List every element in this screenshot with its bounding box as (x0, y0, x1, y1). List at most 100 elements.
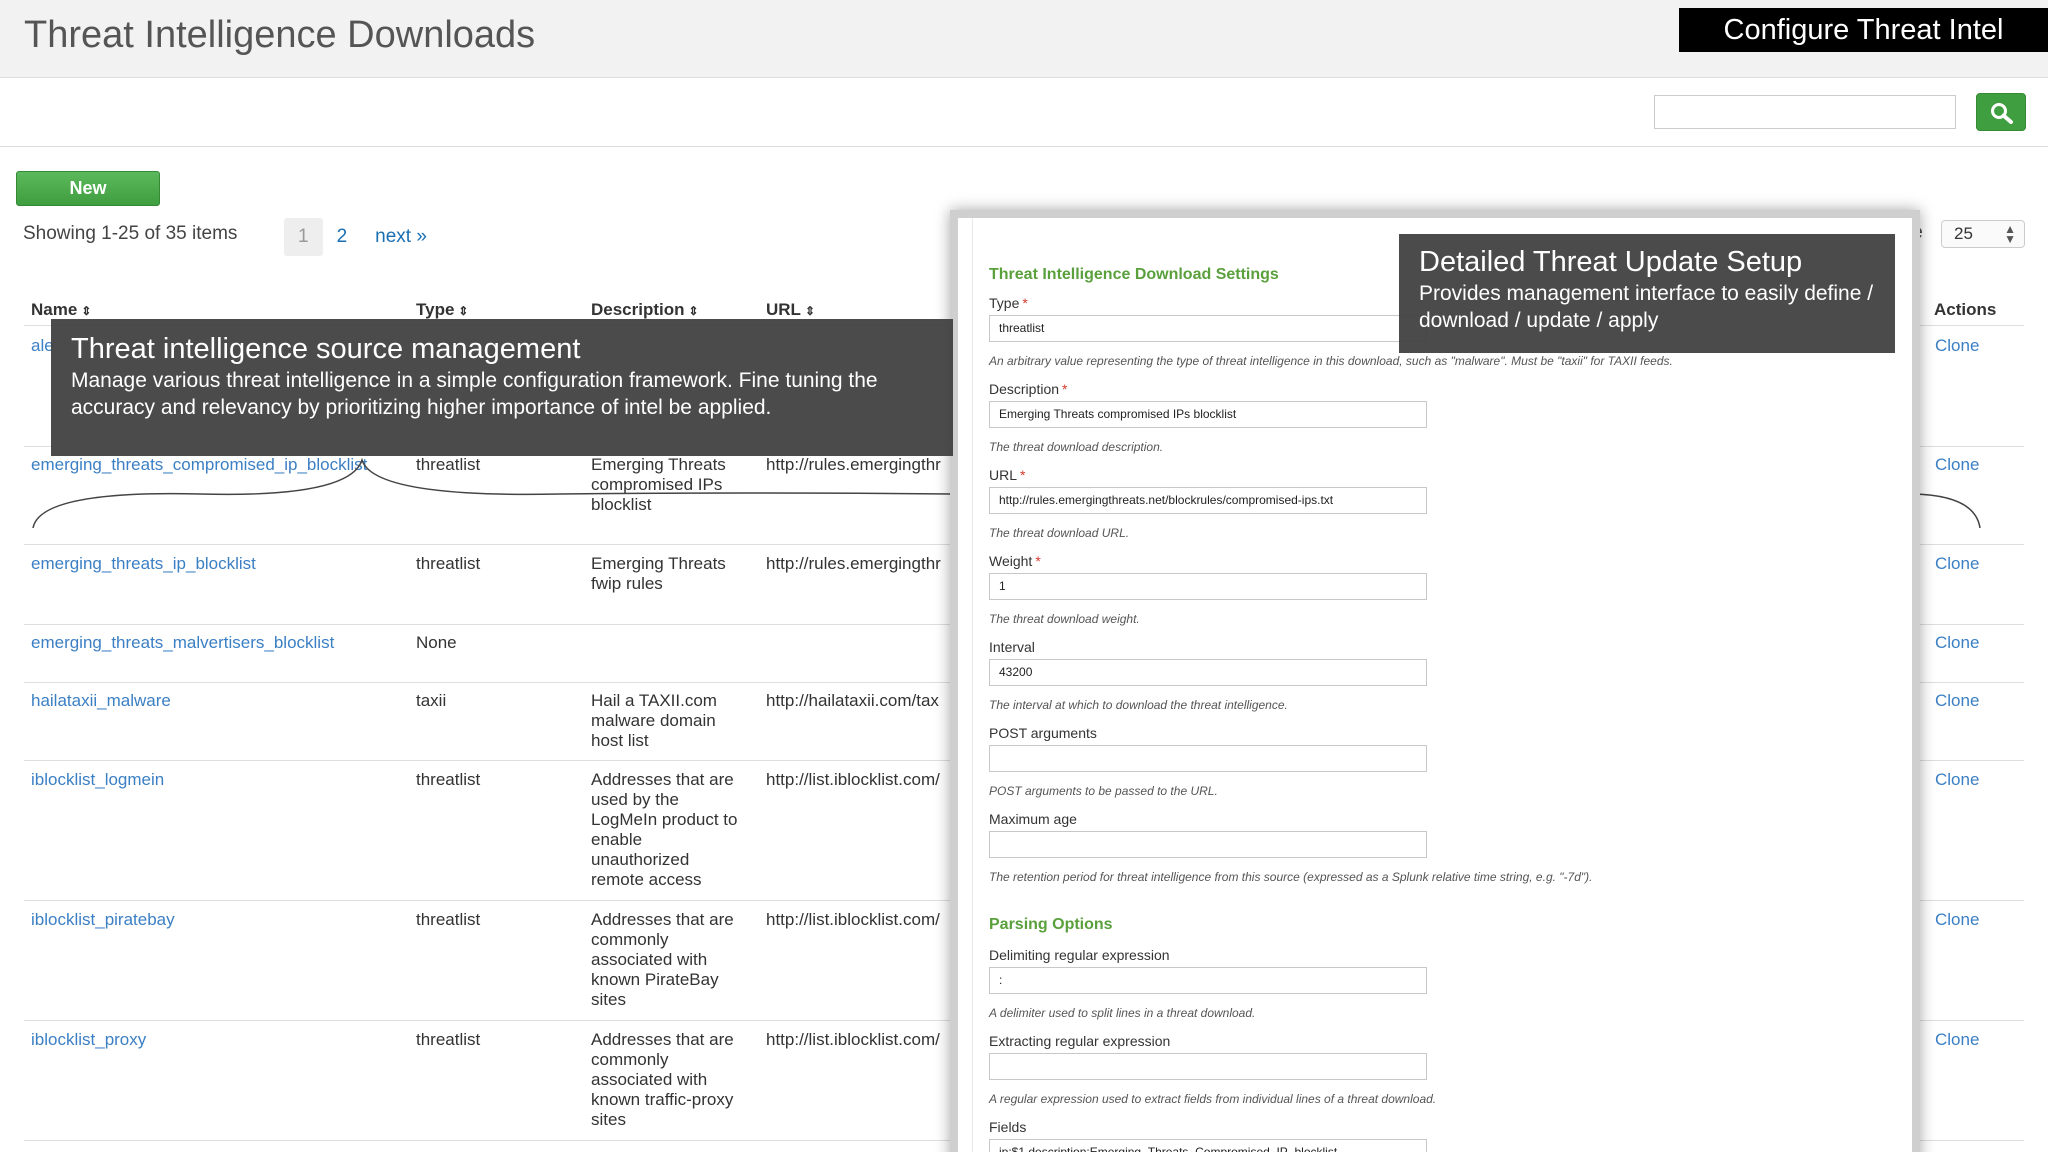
table-row-name-link[interactable]: iblocklist_logmein (31, 770, 164, 790)
search-input[interactable] (1654, 95, 1956, 129)
settings-form: Threat Intelligence Download Settings Ty… (972, 218, 1902, 1152)
page-1[interactable]: 1 (284, 218, 323, 256)
sort-icon: ⇕ (81, 304, 92, 318)
fields-label: Fields (989, 1119, 1027, 1135)
interval-label: Interval (989, 639, 1035, 655)
delimiting-regex-input[interactable]: : (989, 967, 1427, 994)
table-row-type: threatlist (416, 770, 481, 789)
maximum-age-input[interactable] (989, 831, 1427, 858)
column-header-type[interactable]: Type ⇕ (416, 300, 468, 320)
url-input[interactable]: http://rules.emergingthreats.net/blockru… (989, 487, 1427, 514)
sort-icon: ⇕ (458, 304, 469, 318)
post-arguments-label: POST arguments (989, 725, 1097, 741)
extracting-regex-label: Extracting regular expression (989, 1033, 1171, 1049)
clone-link[interactable]: Clone (1935, 554, 1979, 574)
table-row-description: Hail a TAXII.com malware domain host lis… (591, 691, 717, 750)
sort-icon: ⇕ (688, 304, 699, 318)
clone-link[interactable]: Clone (1935, 1030, 1979, 1050)
parsing-options-title: Parsing Options (989, 916, 1113, 933)
table-row-description: Emerging Threats fwip rules (591, 554, 726, 593)
clone-link[interactable]: Clone (1935, 691, 1979, 711)
table-row-description: Addresses that are used by the LogMeIn p… (591, 770, 738, 889)
page-2[interactable]: 2 (323, 218, 362, 256)
title-bar: Threat Intelligence Downloads Configure … (0, 0, 2048, 78)
update-setup-callout: Detailed Threat Update Setup Provides ma… (1399, 234, 1895, 353)
per-page-select[interactable]: 25 ▲ ▼ (1941, 220, 2025, 248)
url-help: The threat download URL. (989, 526, 1130, 540)
maximum-age-label: Maximum age (989, 811, 1077, 827)
settings-section-title: Threat Intelligence Download Settings (989, 266, 1279, 283)
column-header-label: Description (591, 300, 685, 319)
type-input[interactable]: threatlist (989, 315, 1427, 342)
table-row-description: Addresses that are commonly associated w… (591, 910, 734, 1009)
description-help: The threat download description. (989, 440, 1164, 454)
table-row-type: threatlist (416, 455, 481, 474)
clone-link[interactable]: Clone (1935, 910, 1979, 930)
sort-icon: ⇕ (804, 304, 816, 318)
table-row-type: threatlist (416, 554, 481, 573)
table-row-type: taxii (416, 691, 447, 710)
post-arguments-help: POST arguments to be passed to the URL. (989, 784, 1218, 798)
extracting-regex-input[interactable] (989, 1053, 1427, 1080)
table-row-description: Addresses that are commonly associated w… (591, 1030, 734, 1129)
table-row-url: http://hailataxii.com/tax (766, 691, 939, 710)
maximum-age-help: The retention period for threat intellig… (989, 870, 1593, 884)
table-row-url: http://list.iblocklist.com/ (766, 770, 940, 789)
clone-link[interactable]: Clone (1935, 770, 1979, 790)
column-header-description[interactable]: Description ⇕ (591, 300, 699, 320)
column-header-label: Name (31, 300, 78, 319)
fields-input[interactable]: ip:$1,description:Emerging_Threats_Compr… (989, 1139, 1427, 1152)
table-row-name-link[interactable]: iblocklist_proxy (31, 1030, 146, 1050)
callout-title: Detailed Threat Update Setup (1419, 246, 1803, 278)
interval-help: The interval at which to download the th… (989, 698, 1288, 712)
weight-label: Weight * (989, 553, 1041, 569)
new-button[interactable]: New (16, 171, 160, 206)
table-row-description: Emerging Threats compromised IPs blockli… (591, 455, 726, 514)
table-row-name-link[interactable]: emerging_threats_compromised_ip_blocklis… (31, 455, 367, 475)
description-label: Description * (989, 381, 1068, 397)
clone-link[interactable]: Clone (1935, 336, 1979, 356)
callout-body: Provides management interface to easily … (1419, 282, 1874, 332)
column-header-label: URL (766, 300, 801, 319)
table-row-url: http://rules.emergingthr (766, 554, 941, 573)
description-input[interactable]: Emerging Threats compromised IPs blockli… (989, 401, 1427, 428)
url-label: URL * (989, 467, 1026, 483)
table-row-type: threatlist (416, 910, 481, 929)
table-row-url: http://list.iblocklist.com/ (766, 910, 940, 929)
clone-link[interactable]: Clone (1935, 633, 1979, 653)
per-page-value: 25 (1954, 224, 1973, 243)
interval-input[interactable]: 43200 (989, 659, 1427, 686)
select-arrows-icon: ▲ ▼ (2004, 222, 2016, 246)
table-row-name-link[interactable]: iblocklist_piratebay (31, 910, 175, 930)
delimiting-regex-label: Delimiting regular expression (989, 947, 1170, 963)
table-row-name-link[interactable]: hailataxii_malware (31, 691, 171, 711)
table-row-type: threatlist (416, 1030, 481, 1049)
weight-help: The threat download weight. (989, 612, 1140, 626)
search-bar (0, 79, 2048, 147)
source-management-callout: Threat intelligence source management Ma… (51, 319, 953, 456)
table-row-type: None (416, 633, 457, 652)
post-arguments-input[interactable] (989, 745, 1427, 772)
table-row-name-link[interactable]: emerging_threats_malvertisers_blocklist (31, 633, 334, 653)
table-row-url: http://rules.emergingthr (766, 455, 941, 474)
extracting-regex-help: A regular expression used to extract fie… (989, 1092, 1437, 1106)
page-title: Threat Intelligence Downloads (24, 14, 536, 56)
column-header-url[interactable]: URL ⇕ (766, 300, 815, 320)
search-icon (1991, 103, 2013, 124)
page: Threat Intelligence Downloads Configure … (0, 0, 2048, 1152)
next-page-link[interactable]: next » (361, 218, 441, 256)
column-header-name[interactable]: Name ⇕ (31, 300, 91, 320)
configure-threat-intel-badge: Configure Threat Intel (1679, 8, 2048, 52)
type-help: An arbitrary value representing the type… (989, 354, 1673, 368)
column-header-label: Type (416, 300, 455, 319)
search-button[interactable] (1976, 93, 2026, 131)
table-row-url: http://list.iblocklist.com/ (766, 1030, 940, 1049)
delimiting-regex-help: A delimiter used to split lines in a thr… (989, 1006, 1256, 1020)
pagination: 1 2 next » (284, 218, 441, 256)
table-row-name-link[interactable]: emerging_threats_ip_blocklist (31, 554, 256, 574)
callout-title: Threat intelligence source management (71, 333, 581, 365)
items-count: Showing 1-25 of 35 items (23, 223, 238, 244)
weight-input[interactable]: 1 (989, 573, 1427, 600)
clone-link[interactable]: Clone (1935, 455, 1979, 475)
callout-body: Manage various threat intelligence in a … (71, 369, 878, 419)
